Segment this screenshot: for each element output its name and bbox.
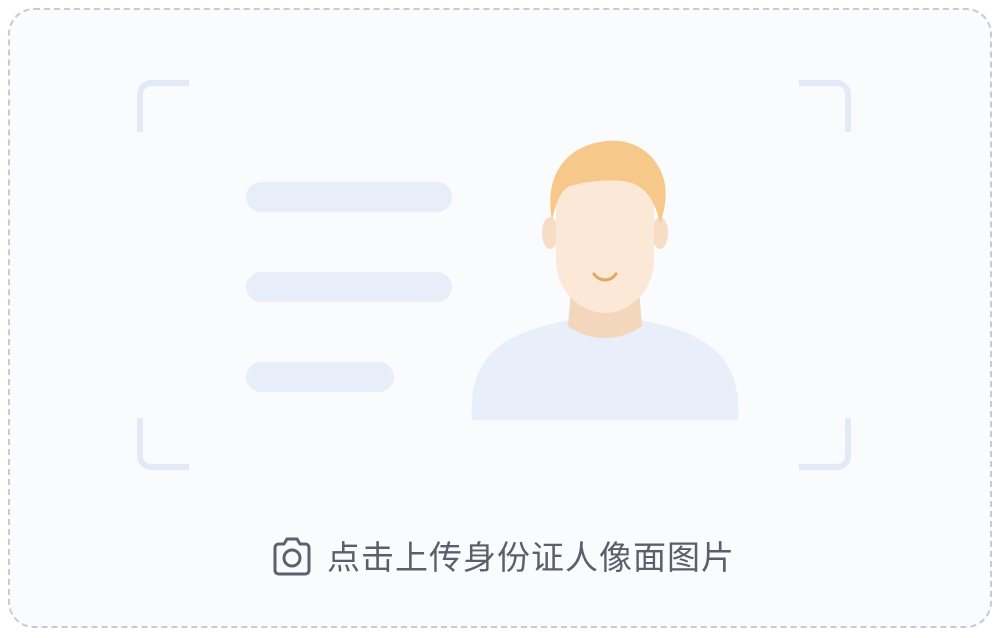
- upload-caption[interactable]: 点击上传身份证人像面图片: [10, 532, 994, 582]
- frame-corner-bottom-left: [137, 418, 189, 470]
- upload-caption-text: 点击上传身份证人像面图片: [327, 537, 735, 577]
- frame-corner-top-left: [137, 80, 189, 132]
- frame-corner-top-right: [799, 80, 851, 132]
- text-placeholder-line-1: [246, 182, 452, 212]
- portrait-illustration: [471, 140, 739, 420]
- camera-icon: [273, 537, 311, 576]
- id-card-upload-area[interactable]: 点击上传身份证人像面图片: [8, 8, 992, 628]
- text-placeholder-line-2: [246, 272, 452, 302]
- frame-corner-bottom-right: [799, 418, 851, 470]
- text-placeholder-line-3: [246, 362, 394, 392]
